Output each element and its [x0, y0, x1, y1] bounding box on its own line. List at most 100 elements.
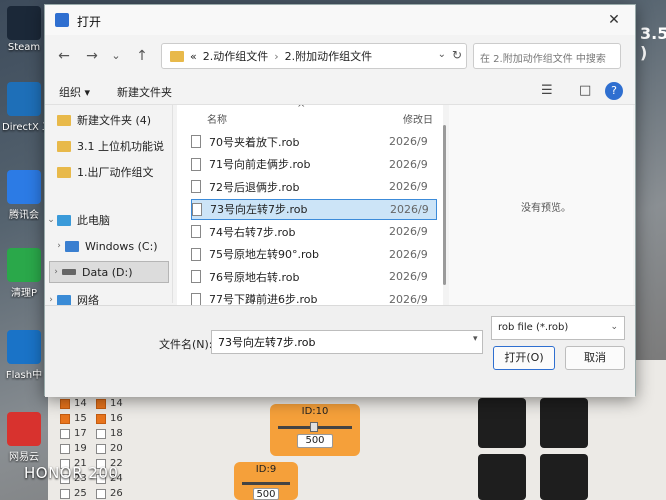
- network-icon: [57, 294, 71, 306]
- organize-menu-button[interactable]: 组织 ▾: [59, 84, 90, 100]
- servo-checkbox[interactable]: [60, 443, 70, 454]
- file-row[interactable]: 73号向左转7步.rob 2026/9: [191, 198, 437, 220]
- desktop-icon-directx[interactable]: DirectX 工具: [2, 82, 46, 133]
- sidebar-item-windows-c[interactable]: › Windows (C:): [53, 235, 177, 257]
- open-button[interactable]: 打开(O): [493, 346, 555, 370]
- column-header-name[interactable]: 名称: [207, 111, 227, 126]
- netease-music-icon: [7, 412, 41, 446]
- directx-icon: [7, 82, 41, 116]
- file-row[interactable]: 76号原地右转.rob 2026/9: [191, 266, 437, 287]
- preview-pane-icon[interactable]: □: [579, 83, 591, 98]
- servo-card-id9[interactable]: ID:9 500: [234, 462, 298, 500]
- servo-checkbox[interactable]: [96, 428, 106, 439]
- servo-checkbox[interactable]: [60, 398, 70, 409]
- close-icon[interactable]: ✕: [603, 9, 625, 31]
- cancel-button[interactable]: 取消: [565, 346, 625, 370]
- file-date: 2026/9: [390, 202, 429, 216]
- back-arrow-icon[interactable]: ←: [53, 45, 75, 67]
- up-arrow-icon[interactable]: ↑: [131, 45, 153, 67]
- file-list: 名称 ^ 修改日 70号夹着放下.rob 2026/9 71号向前走俩步.rob 20…: [177, 105, 443, 305]
- filename-field[interactable]: [211, 330, 483, 354]
- document-icon: [192, 202, 202, 216]
- desktop-icon-flash[interactable]: Flash中: [2, 330, 46, 381]
- file-row[interactable]: 74号右转7步.rob 2026/9: [191, 221, 437, 242]
- refresh-icon[interactable]: ↻: [452, 48, 462, 62]
- document-icon: [191, 292, 201, 305]
- filetype-select[interactable]: rob file (*.rob) ⌄: [491, 316, 625, 340]
- servo-number: 19: [74, 443, 87, 454]
- servo-checkbox[interactable]: [96, 398, 106, 409]
- steam-icon: [7, 6, 41, 40]
- servo-checkbox[interactable]: [60, 428, 70, 439]
- chevron-down-icon[interactable]: ⌄: [45, 215, 57, 225]
- sidebar-item-this-pc[interactable]: ⌄ 此电脑: [45, 209, 169, 231]
- servo-number: 16: [110, 413, 123, 424]
- servo-checkbox[interactable]: [96, 413, 106, 424]
- desktop-icon-tencent-meeting[interactable]: 腾讯会: [2, 170, 46, 221]
- servo-number: 18: [110, 428, 123, 439]
- servo-id-label: ID:9: [255, 464, 277, 475]
- cleaner-icon: [7, 248, 41, 282]
- file-date: 2026/9: [389, 180, 428, 193]
- preview-pane: 没有预览。: [449, 105, 633, 305]
- servo-card-id10[interactable]: ID:10 500: [270, 404, 360, 456]
- servo-slider-track[interactable]: [242, 482, 290, 485]
- servo-checkbox[interactable]: [96, 488, 106, 499]
- filename-history-chevron-icon[interactable]: ▾: [473, 334, 478, 344]
- folder-icon: [57, 140, 71, 152]
- chevron-right-icon[interactable]: ›: [53, 241, 65, 251]
- breadcrumb-extra-action-files[interactable]: 2.附加动作组文件: [285, 48, 373, 64]
- document-icon: [191, 270, 201, 283]
- desktop-icon-netease-music[interactable]: 网易云: [2, 412, 46, 463]
- servo-slider-knob[interactable]: [310, 422, 318, 432]
- servo-number: 14: [74, 398, 87, 409]
- checkbox-row: 17 18: [60, 426, 150, 441]
- sidebar-item-data-d[interactable]: › Data (D:): [49, 261, 169, 283]
- help-icon[interactable]: ?: [605, 82, 623, 100]
- sidebar-item-factory-actions[interactable]: 1.出厂动作组文: [45, 161, 169, 183]
- filename-label: 文件名(N):: [159, 338, 213, 351]
- servo-checkbox-grid: 14 14 15 16 17 18 19 20 21 22 23 24 25 26: [60, 396, 150, 500]
- file-row[interactable]: 77号下蹲前进6步.rob 2026/9: [191, 289, 437, 305]
- checkbox-row: 14 14: [60, 396, 150, 411]
- chevron-right-icon[interactable]: ›: [50, 267, 62, 277]
- servo-number: 15: [74, 413, 87, 424]
- search-input[interactable]: 在 2.附加动作组文件 中搜索: [473, 43, 621, 69]
- file-row[interactable]: 70号夹着放下.rob 2026/9: [191, 131, 437, 152]
- document-icon: [191, 180, 201, 193]
- document-icon: [191, 135, 201, 148]
- forward-arrow-icon[interactable]: →: [81, 45, 103, 67]
- file-row[interactable]: 71号向前走俩步.rob 2026/9: [191, 154, 437, 175]
- breadcrumb-separator-icon: ›: [274, 49, 279, 63]
- servo-checkbox[interactable]: [60, 488, 70, 499]
- sidebar-item-new-folder-4[interactable]: 新建文件夹 (4): [45, 109, 169, 131]
- servo-value[interactable]: 500: [253, 488, 279, 500]
- address-dropdown-icon[interactable]: ⌄: [438, 49, 446, 60]
- breadcrumb-overflow[interactable]: «: [190, 50, 197, 63]
- file-row[interactable]: 75号原地左转90°.rob 2026/9: [191, 244, 437, 265]
- open-file-dialog: 打开 ✕ ← → ⌄ ↑ « 2.动作组文件 › 2.附加动作组文件 ⌄ ↻ 在…: [44, 4, 636, 397]
- address-bar[interactable]: « 2.动作组文件 › 2.附加动作组文件 ⌄ ↻: [161, 43, 467, 69]
- servo-number: 17: [74, 428, 87, 439]
- column-header-date[interactable]: 修改日: [403, 111, 433, 126]
- recent-locations-chevron-icon[interactable]: ⌄: [105, 45, 127, 67]
- file-name: 73号向左转7步.rob: [210, 203, 308, 216]
- tencent-meeting-icon: [7, 170, 41, 204]
- desktop-icon-steam[interactable]: Steam: [2, 6, 46, 53]
- file-name: 72号后退俩步.rob: [209, 180, 300, 194]
- file-row[interactable]: 72号后退俩步.rob 2026/9: [191, 176, 437, 197]
- view-options-icon[interactable]: ☰: [541, 83, 553, 98]
- sidebar-item-host-manual[interactable]: 3.1 上位机功能说: [45, 135, 169, 157]
- desktop-icon-cleaner[interactable]: 清理P: [2, 248, 46, 299]
- new-folder-button[interactable]: 新建文件夹: [117, 84, 172, 100]
- file-list-scrollbar[interactable]: [443, 125, 446, 285]
- file-name: 76号原地右转.rob: [209, 270, 300, 284]
- file-date: 2026/9: [389, 135, 428, 148]
- servo-checkbox[interactable]: [60, 413, 70, 424]
- servo-photo: [478, 454, 526, 500]
- file-name: 75号原地左转90°.rob: [209, 248, 319, 261]
- servo-value[interactable]: 500: [297, 434, 333, 448]
- breadcrumb-action-files[interactable]: 2.动作组文件: [203, 48, 269, 64]
- chevron-right-icon[interactable]: ›: [45, 295, 57, 305]
- servo-checkbox[interactable]: [96, 443, 106, 454]
